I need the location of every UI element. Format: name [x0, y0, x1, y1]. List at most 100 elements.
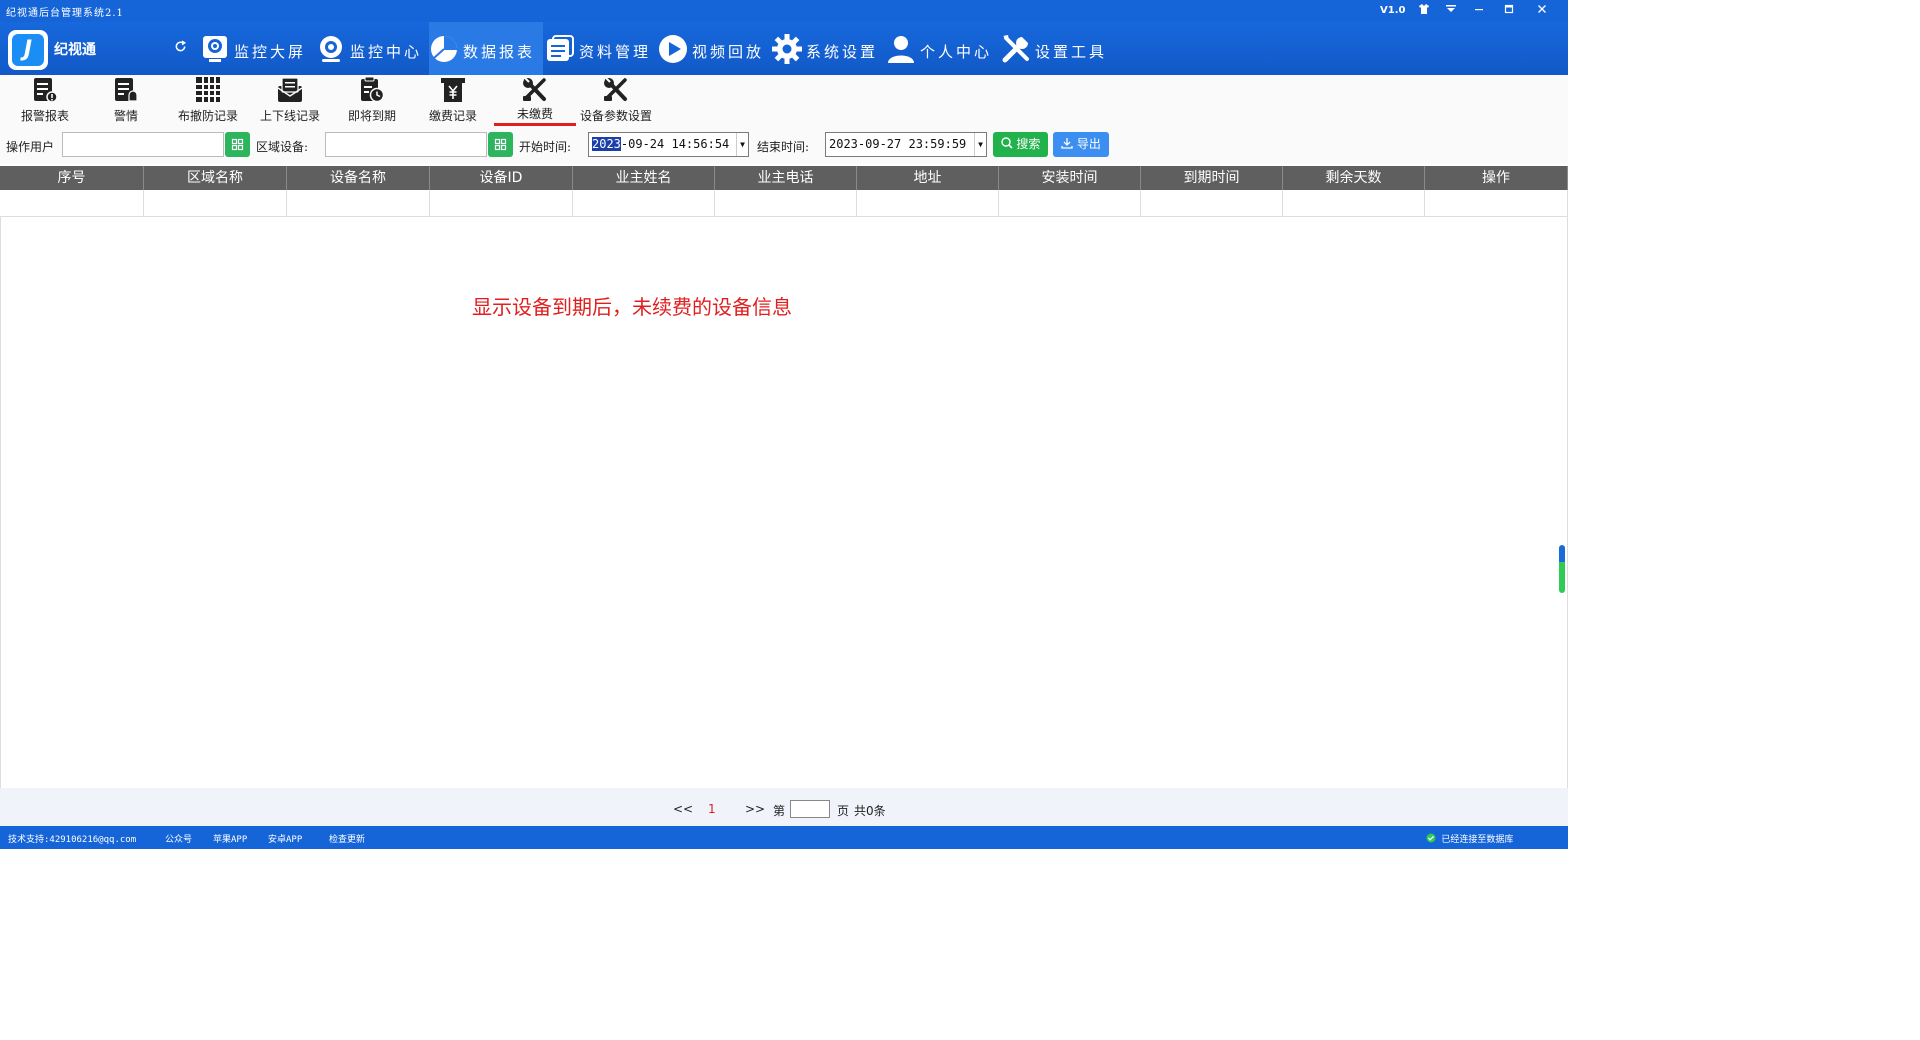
- table-cell: [144, 190, 287, 217]
- app-logo: J: [8, 30, 48, 70]
- nav-item-data-management[interactable]: 资料管理: [545, 22, 655, 75]
- minimize-icon[interactable]: [1465, 2, 1493, 19]
- webcam-icon: [320, 36, 342, 62]
- monitor-screen-icon: [203, 36, 227, 62]
- start-time-picker[interactable]: 2023-09-24 14:56:54 ▼: [588, 132, 749, 157]
- page-prefix-label: 第: [773, 804, 786, 818]
- window-title: 纪视通后台管理系统2.1: [6, 8, 124, 19]
- logo-mark-icon: J: [12, 34, 44, 66]
- brand-name: 纪视通: [54, 42, 96, 58]
- wechat-link[interactable]: 公众号: [165, 832, 192, 845]
- android-app-link[interactable]: 安卓APP: [268, 832, 302, 845]
- end-time-picker[interactable]: 2023-09-27 23:59:59 ▼: [825, 132, 987, 157]
- column-header[interactable]: 设备名称: [287, 166, 430, 190]
- pie-chart-icon: [431, 36, 457, 62]
- folder-list-icon: [547, 35, 574, 61]
- nav-label: 设置工具: [1035, 43, 1108, 61]
- page-suffix-label: 页: [837, 804, 850, 818]
- nav-label: 数据报表: [463, 43, 536, 61]
- refresh-icon[interactable]: [174, 39, 187, 57]
- menu-dropdown-icon[interactable]: [1437, 2, 1465, 19]
- next-page-button[interactable]: >>: [745, 802, 765, 816]
- start-time-label: 开始时间:: [519, 140, 572, 154]
- version-label: V1.0: [1380, 5, 1406, 16]
- subnav-item-unpaid[interactable]: 未缴费: [495, 75, 575, 127]
- end-time-value: 2023-09-27 23:59:59: [829, 137, 967, 151]
- maximize-icon[interactable]: [1495, 2, 1523, 19]
- nav-item-monitor-screen[interactable]: 监控大屏: [200, 22, 312, 75]
- column-header[interactable]: 剩余天数: [1283, 166, 1425, 190]
- prev-page-button[interactable]: <<: [673, 802, 693, 816]
- table-cell: [0, 190, 144, 217]
- check-circle-icon: [1426, 833, 1436, 843]
- end-time-label: 结束时间:: [757, 140, 810, 154]
- area-device-input[interactable]: [325, 132, 487, 157]
- status-bar: 技术支持:429106216@qq.com 公众号 苹果APP 安卓APP 检查…: [0, 826, 1568, 849]
- annotation-text: 显示设备到期后，未续费的设备信息: [472, 295, 792, 319]
- subnav-item-alerts[interactable]: 警情: [86, 75, 166, 127]
- user-picker-button[interactable]: [225, 132, 250, 157]
- wrench-screwdriver-icon: [1002, 35, 1029, 63]
- area-device-picker-button[interactable]: [488, 132, 513, 157]
- start-time-selected-part: 2023: [592, 137, 621, 151]
- subnav-item-online-offline[interactable]: 上下线记录: [250, 75, 330, 127]
- table-cell: [287, 190, 430, 217]
- alert-doc-icon: [115, 78, 138, 102]
- nav-item-video-playback[interactable]: 视频回放: [658, 22, 770, 75]
- window-titlebar: 纪视通后台管理系统2.1 V1.0: [0, 0, 1568, 22]
- connection-status-text: 已经连接至数据库: [1441, 835, 1514, 845]
- nav-item-system-settings[interactable]: 系统设置: [772, 22, 882, 75]
- column-header[interactable]: 安装时间: [999, 166, 1141, 190]
- table-cell: [573, 190, 715, 217]
- nav-label: 系统设置: [806, 43, 879, 61]
- nav-item-data-report[interactable]: 数据报表: [429, 22, 543, 75]
- nav-item-personal-center[interactable]: 个人中心: [886, 22, 998, 75]
- payment-icon: [441, 78, 465, 102]
- current-page-number[interactable]: 1: [708, 802, 716, 816]
- user-filter-input[interactable]: [62, 132, 224, 157]
- export-button[interactable]: 导出: [1053, 132, 1109, 157]
- column-header[interactable]: 设备ID: [430, 166, 573, 190]
- table-row: [0, 190, 1568, 217]
- subnav-item-expiring-soon[interactable]: 即将到期: [332, 75, 412, 127]
- column-header[interactable]: 地址: [857, 166, 999, 190]
- export-button-label: 导出: [1076, 137, 1101, 151]
- alarm-report-icon: [34, 78, 58, 103]
- column-header[interactable]: 区域名称: [144, 166, 287, 190]
- grid-icon: [494, 138, 507, 151]
- grid-icon: [231, 138, 244, 151]
- page-jump-input[interactable]: [790, 800, 830, 818]
- column-header[interactable]: 到期时间: [1141, 166, 1283, 190]
- dropdown-arrow-icon[interactable]: ▼: [736, 133, 748, 156]
- dropdown-arrow-icon[interactable]: ▼: [974, 133, 986, 156]
- nav-item-monitor-center[interactable]: 监控中心: [316, 22, 428, 75]
- subnav-item-payment-records[interactable]: 缴费记录: [413, 75, 493, 127]
- column-header[interactable]: 业主姓名: [573, 166, 715, 190]
- area-device-label: 区域设备:: [256, 140, 309, 154]
- nav-label: 视频回放: [692, 43, 765, 61]
- column-header[interactable]: 操作: [1425, 166, 1568, 190]
- table-cell: [1425, 190, 1568, 217]
- start-time-value: -09-24 14:56:54: [620, 137, 730, 151]
- table-cell: [1283, 190, 1425, 217]
- nav-label: 个人中心: [920, 43, 993, 61]
- subnav-label: 上下线记录: [259, 109, 320, 123]
- filter-bar: 操作用户 区域设备: 开始时间: 2023-09-24 14:56:54 ▼ 结…: [0, 130, 1568, 164]
- close-icon[interactable]: [1528, 2, 1556, 19]
- nav-label: 监控中心: [350, 43, 423, 61]
- search-button[interactable]: 搜索: [993, 132, 1048, 157]
- table-cell: [430, 190, 573, 217]
- column-header[interactable]: 序号: [0, 166, 144, 190]
- download-icon: [1061, 138, 1073, 149]
- search-button-label: 搜索: [1016, 137, 1041, 151]
- subnav-item-arm-disarm[interactable]: 布撤防记录: [168, 75, 248, 127]
- table-cell: [999, 190, 1141, 217]
- ios-app-link[interactable]: 苹果APP: [213, 832, 247, 845]
- column-header[interactable]: 业主电话: [715, 166, 857, 190]
- check-update-link[interactable]: 检查更新: [329, 832, 365, 845]
- nav-item-setup-tools[interactable]: 设置工具: [1001, 22, 1113, 75]
- side-scroll-indicator[interactable]: [1559, 545, 1565, 593]
- skin-icon[interactable]: [1410, 2, 1438, 19]
- subnav-item-device-params[interactable]: 设备参数设置: [576, 75, 656, 127]
- subnav-item-alarm-report[interactable]: 报警报表: [5, 75, 85, 127]
